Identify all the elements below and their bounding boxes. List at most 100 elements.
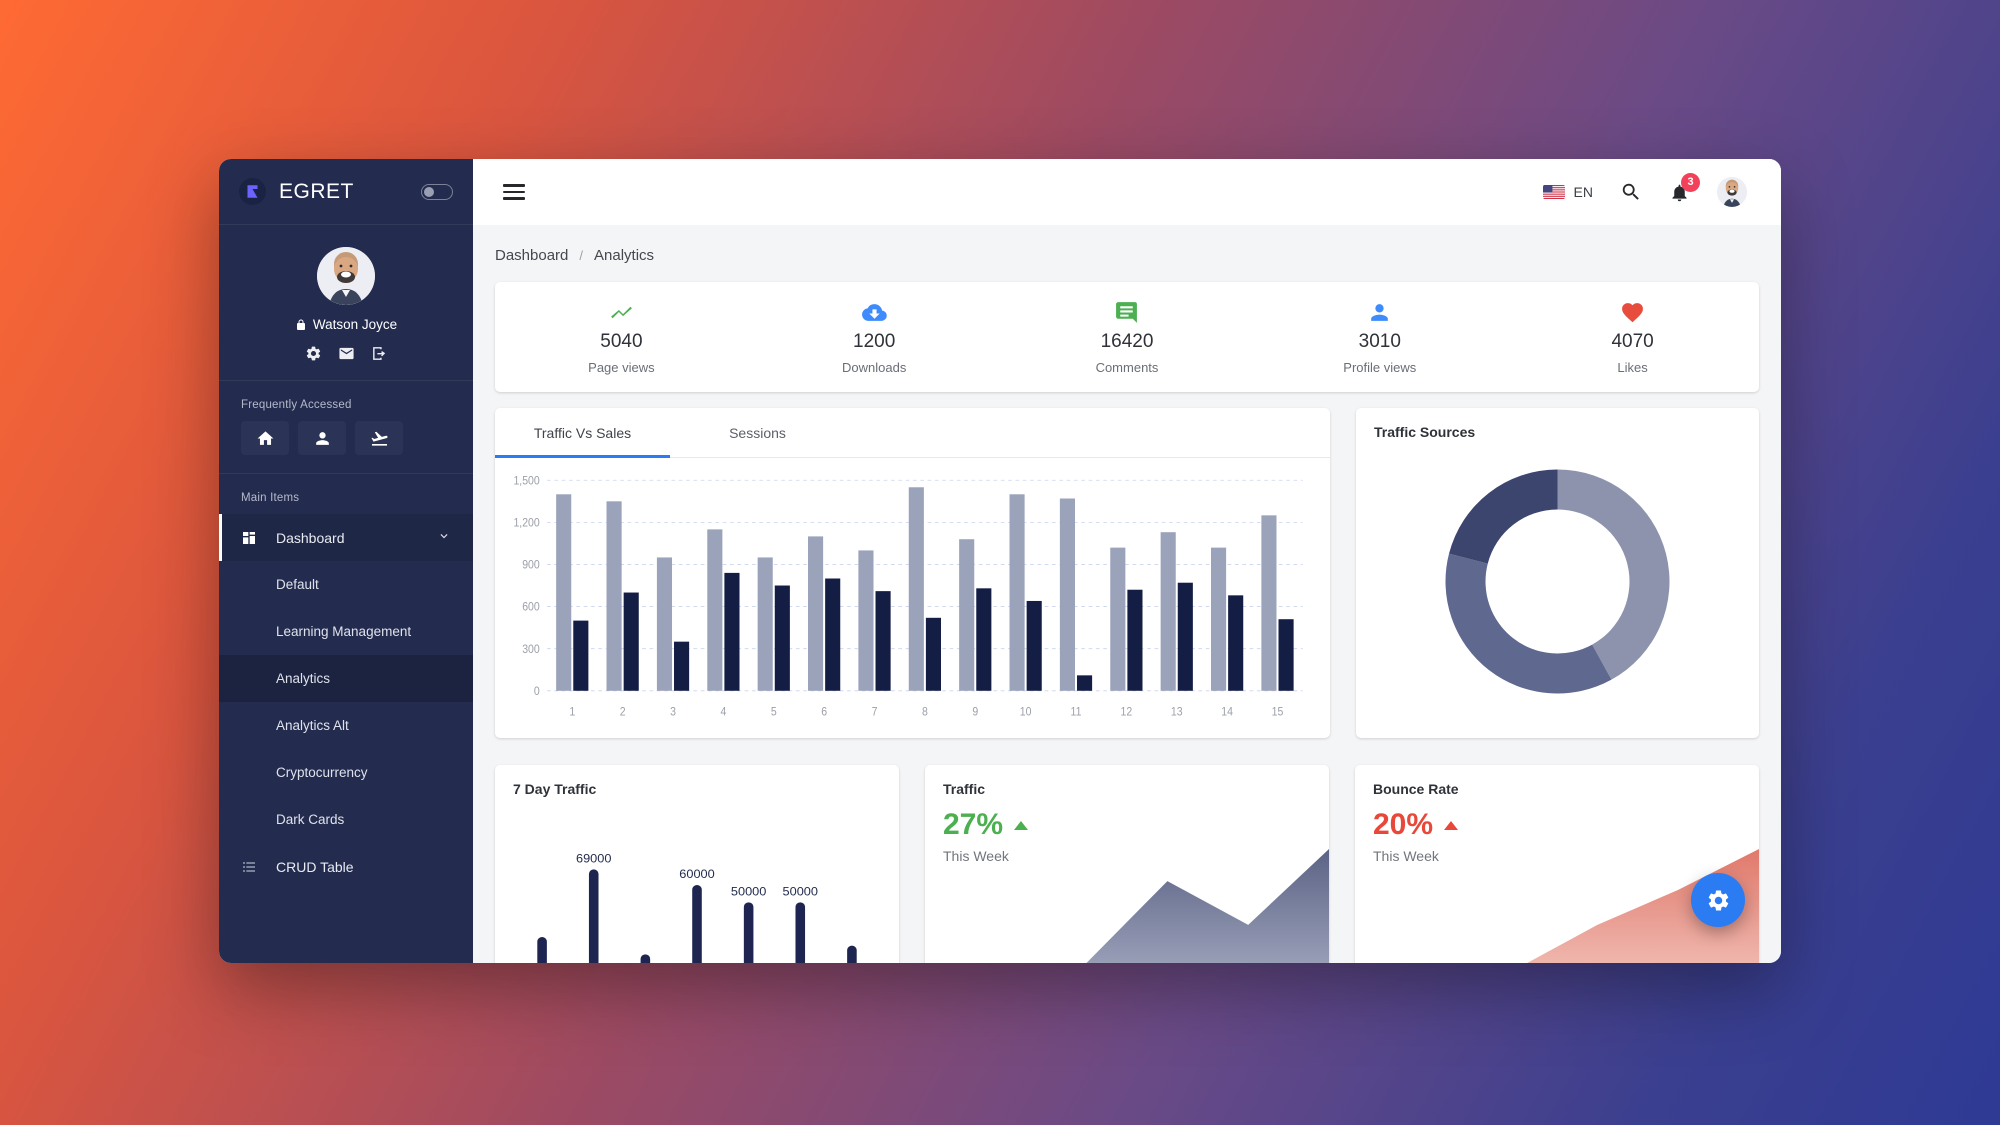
hamburger-menu[interactable] (503, 184, 525, 200)
chart-tabs: Traffic Vs Sales Sessions (495, 408, 1330, 458)
brand-title: EGRET (279, 179, 354, 203)
chevron-down-icon (437, 529, 451, 546)
seven-day-traffic-chart: 69000 60000 50000 50000 (537, 852, 857, 963)
svg-text:1,200: 1,200 (513, 517, 539, 530)
stat-value: 3010 (1358, 331, 1401, 353)
bounce-percent-row: 20% (1373, 805, 1741, 846)
dashboard-icon (241, 530, 261, 546)
stat-label: Likes (1617, 359, 1648, 375)
search-button[interactable] (1620, 181, 1642, 203)
language-selector[interactable]: EN (1542, 184, 1593, 200)
card-title: 7 Day Traffic (513, 781, 597, 797)
stat-label: Page views (588, 359, 655, 375)
content-region: Dashboard / Analytics 5040 Page views 12… (473, 225, 1781, 963)
app-window: EGRET Watson Joyce Frequently Accessed M… (219, 159, 1781, 963)
freq-person-button[interactable] (298, 421, 346, 455)
svg-text:12: 12 (1121, 706, 1133, 719)
bounce-percent: 20% (1373, 808, 1434, 841)
svg-text:5: 5 (771, 706, 777, 719)
sidebar-item-default[interactable]: Default (219, 561, 473, 608)
trending-up-icon (609, 299, 634, 325)
sidebar-item-label-default: Default (276, 577, 319, 592)
logout-icon[interactable] (371, 345, 388, 362)
profile-name-row: Watson Joyce (295, 317, 397, 332)
sidebar-item-label-dashboard: Dashboard (276, 529, 345, 546)
traffic-card: Traffic 27% This Week (925, 765, 1329, 963)
us-flag-icon (1542, 185, 1565, 199)
svg-text:14: 14 (1221, 706, 1233, 719)
sidebar-item-dark-cards[interactable]: Dark Cards (219, 796, 473, 843)
svg-text:60000: 60000 (679, 867, 715, 881)
sidebar-item-label-cryptocurrency: Cryptocurrency (276, 765, 368, 780)
stats-strip: 5040 Page views 1200 Downloads 16420 Com… (495, 282, 1759, 392)
freq-home-button[interactable] (241, 421, 289, 455)
svg-text:900: 900 (522, 559, 540, 572)
stat-value: 1200 (853, 331, 896, 353)
svg-text:1,500: 1,500 (513, 475, 539, 488)
stat-page-views[interactable]: 5040 Page views (495, 299, 748, 375)
home-icon (257, 430, 273, 445)
traffic-percent-row: 27% (943, 805, 1311, 846)
svg-text:13: 13 (1171, 706, 1183, 719)
sidebar-item-crud-table[interactable]: CRUD Table (219, 843, 473, 890)
sidebar-item-label-analytics: Analytics (276, 671, 331, 686)
sidebar-item-analytics-alt[interactable]: Analytics Alt (219, 702, 473, 749)
tab-sessions[interactable]: Sessions (670, 408, 845, 457)
list-icon (241, 859, 261, 875)
svg-text:600: 600 (522, 601, 540, 614)
lock-icon (296, 319, 305, 330)
svg-text:7: 7 (872, 706, 878, 719)
svg-text:0: 0 (534, 685, 540, 698)
search-icon (1622, 183, 1639, 200)
svg-text:2: 2 (620, 706, 626, 719)
svg-text:3: 3 (670, 706, 676, 719)
svg-text:4: 4 (720, 706, 726, 719)
stat-profile-views[interactable]: 3010 Profile views (1253, 299, 1506, 375)
tab-label: Sessions (729, 424, 786, 441)
svg-text:15: 15 (1272, 706, 1284, 719)
svg-text:6: 6 (821, 706, 827, 719)
sidebar-item-learning-management[interactable]: Learning Management (219, 608, 473, 655)
donut-chart-area (1374, 440, 1741, 722)
svg-text:11: 11 (1071, 706, 1082, 719)
cloud-download-icon (861, 299, 887, 325)
heart-icon (1620, 299, 1645, 325)
stat-comments[interactable]: 16420 Comments (1001, 299, 1254, 375)
breadcrumb-analytics[interactable]: Analytics (594, 247, 654, 264)
dark-mode-toggle[interactable] (421, 183, 453, 200)
person-icon (315, 431, 329, 445)
notifications-button[interactable]: 3 (1669, 172, 1700, 203)
svg-text:300: 300 (522, 643, 540, 656)
comment-icon (1114, 299, 1139, 325)
tab-label: Traffic Vs Sales (533, 424, 632, 441)
mail-icon[interactable] (338, 345, 355, 362)
sidebar-item-label-dark-cards: Dark Cards (276, 812, 345, 827)
sidebar-item-cryptocurrency[interactable]: Cryptocurrency (219, 749, 473, 796)
breadcrumb-dashboard[interactable]: Dashboard (495, 247, 568, 264)
sidebar-item-analytics[interactable]: Analytics (219, 655, 473, 702)
traffic-sources-card: Traffic Sources (1356, 408, 1759, 738)
traffic-sources-donut (1445, 469, 1670, 693)
svg-text:10: 10 (1020, 706, 1032, 719)
settings-fab-button[interactable] (1691, 873, 1745, 927)
stat-value: 4070 (1611, 331, 1654, 353)
svg-text:1: 1 (569, 706, 575, 719)
stat-downloads[interactable]: 1200 Downloads (748, 299, 1001, 375)
traffic-percent: 27% (943, 808, 1004, 841)
settings-icon[interactable] (305, 345, 322, 362)
topbar: EN 3 (473, 159, 1781, 225)
bounce-rate-card: Bounce Rate 20% This Week (1355, 765, 1759, 963)
avatar[interactable] (317, 247, 375, 305)
freq-flight-button[interactable] (355, 421, 403, 455)
stat-likes[interactable]: 4070 Likes (1506, 299, 1759, 375)
svg-text:50000: 50000 (783, 885, 819, 899)
sidebar-item-dashboard[interactable]: Dashboard (219, 514, 473, 561)
profile-actions (305, 345, 388, 362)
stat-label: Downloads (842, 359, 907, 375)
main-region: EN 3 Dashboard / Analytics 5040 Page vie… (473, 159, 1781, 963)
tab-traffic-vs-sales[interactable]: Traffic Vs Sales (495, 408, 670, 458)
stat-value: 5040 (600, 331, 643, 353)
bar-chart-area: 0 300 600 900 1,200 1,500 1 2 3 4 5 6 7 8 9 10 11 12 13 14 1… (495, 458, 1330, 738)
topbar-avatar[interactable] (1717, 177, 1747, 207)
bounce-period: This Week (1373, 847, 1439, 864)
